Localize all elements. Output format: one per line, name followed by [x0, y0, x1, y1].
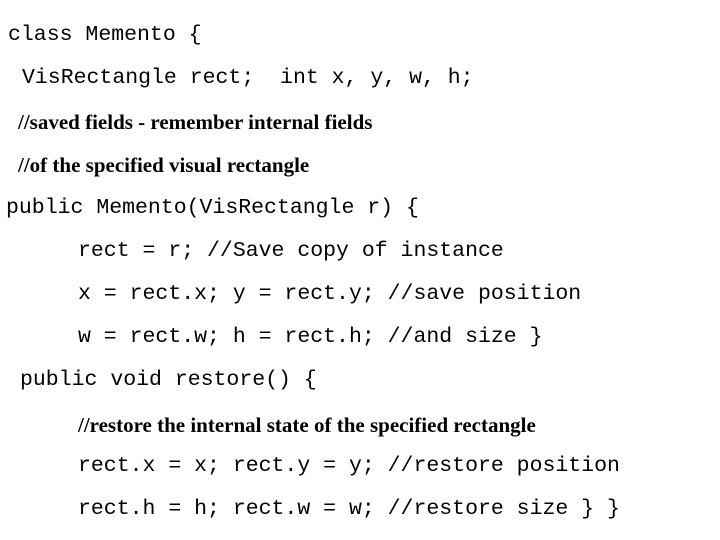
code-line-statement-save-rect: rect = r; //Save copy of instance [78, 239, 504, 263]
code-slide: class Memento { VisRectangle rect; int x… [0, 0, 720, 540]
code-line-field-declarations: VisRectangle rect; int x, y, w, h; [22, 66, 474, 90]
code-line-comment-of-specified-rectangle: //of the specified visual rectangle [18, 153, 310, 177]
code-line-statement-save-position: x = rect.x; y = rect.y; //save position [78, 282, 582, 306]
code-line-class-declaration: class Memento { [8, 23, 202, 47]
code-line-statement-restore-size: rect.h = h; rect.w = w; //restore size }… [78, 497, 620, 521]
code-line-comment-saved-fields: //saved fields - remember internal field… [18, 110, 373, 134]
code-line-comment-restore-internal-state: //restore the internal state of the spec… [78, 413, 536, 437]
code-line-restore-method-declaration: public void restore() { [20, 368, 317, 392]
code-line-statement-restore-position: rect.x = x; rect.y = y; //restore positi… [78, 454, 620, 478]
code-line-statement-save-size: w = rect.w; h = rect.h; //and size } [78, 325, 543, 349]
code-line-constructor-declaration: public Memento(VisRectangle r) { [6, 196, 419, 220]
